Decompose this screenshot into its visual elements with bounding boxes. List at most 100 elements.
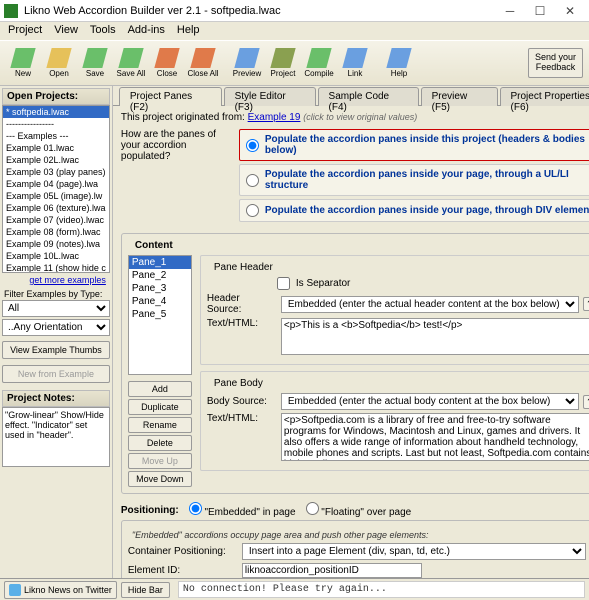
origin-link[interactable]: Example 19 bbox=[248, 112, 301, 123]
pane-list[interactable]: Pane_1Pane_2Pane_3Pane_4Pane_5 bbox=[128, 255, 192, 375]
toolbar-label: Open bbox=[49, 69, 69, 78]
titlebar: Likno Web Accordion Builder ver 2.1 - so… bbox=[0, 0, 589, 22]
project-item[interactable]: ---------------- bbox=[3, 118, 109, 130]
element-id-label: Element ID: bbox=[128, 565, 238, 576]
menu-help[interactable]: Help bbox=[177, 24, 200, 38]
project-item[interactable]: * softpedia.lwac bbox=[3, 106, 109, 118]
project-item[interactable]: Example 07 (video).lwac bbox=[3, 214, 109, 226]
is-separator-checkbox[interactable] bbox=[277, 277, 290, 290]
project-item[interactable]: Example 09 (notes).lwa bbox=[3, 238, 109, 250]
header-text-textarea[interactable] bbox=[281, 318, 589, 355]
rename-pane-button[interactable]: Rename bbox=[128, 417, 192, 433]
toolbar-close-all-button[interactable]: Close All bbox=[186, 43, 220, 83]
help-icon bbox=[386, 48, 411, 68]
project-item[interactable]: Example 11 (show hide c bbox=[3, 262, 109, 273]
toolbar-compile-button[interactable]: Compile bbox=[302, 43, 336, 83]
close-button[interactable]: ✕ bbox=[555, 1, 585, 21]
project-notes[interactable]: "Grow-linear" Show/Hide effect. "Indicat… bbox=[2, 407, 110, 467]
positioning-label: Positioning: bbox=[121, 505, 179, 516]
toolbar-new-button[interactable]: New bbox=[6, 43, 40, 83]
population-option[interactable]: Populate the accordion panes inside your… bbox=[239, 199, 589, 222]
population-option[interactable]: Populate the accordion panes inside this… bbox=[239, 129, 589, 161]
new-from-example-button[interactable]: New from Example bbox=[2, 365, 110, 383]
project-item[interactable]: Example 05L (image).lw bbox=[3, 190, 109, 202]
duplicate-pane-button[interactable]: Duplicate bbox=[128, 399, 192, 415]
positioning-floating-option[interactable]: "Floating" over page bbox=[306, 502, 412, 518]
close-icon bbox=[154, 48, 179, 68]
container-positioning-select[interactable]: Insert into a page Element (div, span, t… bbox=[242, 543, 586, 560]
positioning-embedded-option[interactable]: "Embedded" in page bbox=[189, 502, 296, 518]
toolbar-open-button[interactable]: Open bbox=[42, 43, 76, 83]
hide-bar-button[interactable]: Hide Bar bbox=[121, 582, 170, 598]
toolbar-preview-button[interactable]: Preview bbox=[230, 43, 264, 83]
tab[interactable]: Style Editor (F3) bbox=[224, 87, 316, 106]
view-thumbs-button[interactable]: View Example Thumbs bbox=[2, 341, 110, 359]
minimize-button[interactable]: ─ bbox=[495, 1, 525, 21]
is-separator-label: Is Separator bbox=[296, 278, 350, 289]
population-option[interactable]: Populate the accordion panes inside your… bbox=[239, 164, 589, 196]
sidebar: Open Projects: * softpedia.lwac --------… bbox=[0, 86, 113, 578]
content-area: Project Panes (F2)Style Editor (F3)Sampl… bbox=[113, 86, 589, 578]
header-source-select[interactable]: Embedded (enter the actual header conten… bbox=[281, 296, 579, 313]
moveup-pane-button[interactable]: Move Up bbox=[128, 453, 192, 469]
pane-item[interactable]: Pane_4 bbox=[129, 295, 191, 308]
filter-type-select[interactable]: All bbox=[2, 300, 110, 317]
pane-item[interactable]: Pane_3 bbox=[129, 282, 191, 295]
delete-pane-button[interactable]: Delete bbox=[128, 435, 192, 451]
compile-icon bbox=[306, 48, 331, 68]
body-text-textarea[interactable] bbox=[281, 413, 589, 461]
menu-project[interactable]: Project bbox=[8, 24, 42, 38]
body-source-label: Body Source: bbox=[207, 396, 277, 407]
menu-tools[interactable]: Tools bbox=[90, 24, 116, 38]
twitter-icon bbox=[9, 584, 21, 596]
body-source-select[interactable]: Embedded (enter the actual body content … bbox=[281, 393, 579, 410]
pane-item[interactable]: Pane_5 bbox=[129, 308, 191, 321]
help-icon[interactable]: ? bbox=[583, 395, 589, 409]
project-item[interactable]: Example 02L.lwac bbox=[3, 154, 109, 166]
toolbar-label: Help bbox=[391, 69, 407, 78]
toolbar-label: Preview bbox=[233, 69, 261, 78]
toolbar-save-all-button[interactable]: Save All bbox=[114, 43, 148, 83]
toolbar-help-button[interactable]: Help bbox=[382, 43, 416, 83]
open-projects-list[interactable]: * softpedia.lwac ---------------- --- Ex… bbox=[2, 105, 110, 273]
tab[interactable]: Project Properties (F6) bbox=[500, 87, 589, 106]
project-item[interactable]: Example 01.lwac bbox=[3, 142, 109, 154]
save-all-icon bbox=[118, 48, 143, 68]
tab[interactable]: Sample Code (F4) bbox=[318, 87, 419, 106]
project-item[interactable]: Example 03 (play panes) bbox=[3, 166, 109, 178]
toolbar-label: Save All bbox=[117, 69, 146, 78]
project-item[interactable]: Example 08 (form).lwac bbox=[3, 226, 109, 238]
project-item[interactable]: Example 10L.lwac bbox=[3, 250, 109, 262]
twitter-news-button[interactable]: Likno News on Twitter bbox=[4, 581, 117, 599]
send-feedback-button[interactable]: Send yourFeedback bbox=[528, 48, 583, 78]
toolbar-project-button[interactable]: Project bbox=[266, 43, 300, 83]
toolbar-link-button[interactable]: Link bbox=[338, 43, 372, 83]
menu-addins[interactable]: Add-ins bbox=[128, 24, 165, 38]
menu-view[interactable]: View bbox=[54, 24, 78, 38]
pane-body-fieldset: Pane Body Body Source: Embedded (enter t… bbox=[200, 371, 589, 471]
maximize-button[interactable]: ☐ bbox=[525, 1, 555, 21]
open-icon bbox=[46, 48, 71, 68]
toolbar-label: Project bbox=[271, 69, 296, 78]
filter-orientation-select[interactable]: ..Any Orientation bbox=[2, 319, 110, 336]
toolbar-label: Close bbox=[157, 69, 177, 78]
help-icon[interactable]: ? bbox=[583, 297, 589, 311]
pane-item[interactable]: Pane_1 bbox=[129, 256, 191, 269]
toolbar-save-button[interactable]: Save bbox=[78, 43, 112, 83]
content-legend: Content bbox=[132, 240, 176, 251]
tab[interactable]: Preview (F5) bbox=[421, 87, 498, 106]
header-text-label: Text/HTML: bbox=[207, 318, 277, 329]
toolbar-close-button[interactable]: Close bbox=[150, 43, 184, 83]
population-question: How are the panes of your accordion popu… bbox=[121, 129, 231, 225]
tab[interactable]: Project Panes (F2) bbox=[119, 87, 222, 106]
pane-item[interactable]: Pane_2 bbox=[129, 269, 191, 282]
project-item[interactable]: --- Examples --- bbox=[3, 130, 109, 142]
movedown-pane-button[interactable]: Move Down bbox=[128, 471, 192, 487]
add-pane-button[interactable]: Add bbox=[128, 381, 192, 397]
project-item[interactable]: Example 04 (page).lwa bbox=[3, 178, 109, 190]
project-item[interactable]: Example 06 (texture).lwa bbox=[3, 202, 109, 214]
element-id-input[interactable] bbox=[242, 563, 422, 578]
get-more-examples-link[interactable]: get more examples bbox=[2, 273, 110, 287]
pane-header-fieldset: Pane Header Is Separator Header Source: … bbox=[200, 255, 589, 365]
new-icon bbox=[10, 48, 35, 68]
